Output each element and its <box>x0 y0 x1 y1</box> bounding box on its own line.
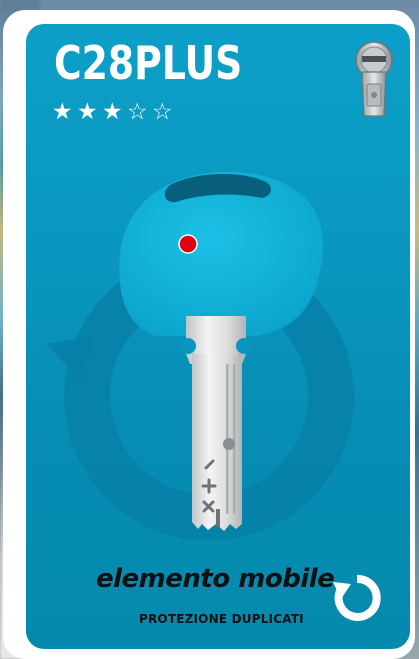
star-outline-icon: ☆ <box>127 99 149 125</box>
red-dot <box>178 234 198 254</box>
refresh-icon <box>333 574 381 621</box>
star-outline-icon: ☆ <box>152 99 174 125</box>
feature-title: elemento mobile <box>96 564 335 594</box>
product-title: C28PLUS <box>54 36 243 90</box>
feature-caption: PROTEZIONE DUPLICATI <box>139 612 304 626</box>
star-icon: ★ <box>102 99 124 125</box>
star-icon: ★ <box>77 99 99 125</box>
key-head <box>119 171 323 336</box>
star-rating: ★ ★ ★ ☆ ☆ <box>52 101 177 124</box>
lock-cylinder-icon <box>355 41 393 117</box>
key-blade <box>192 354 242 531</box>
star-icon: ★ <box>52 99 74 125</box>
